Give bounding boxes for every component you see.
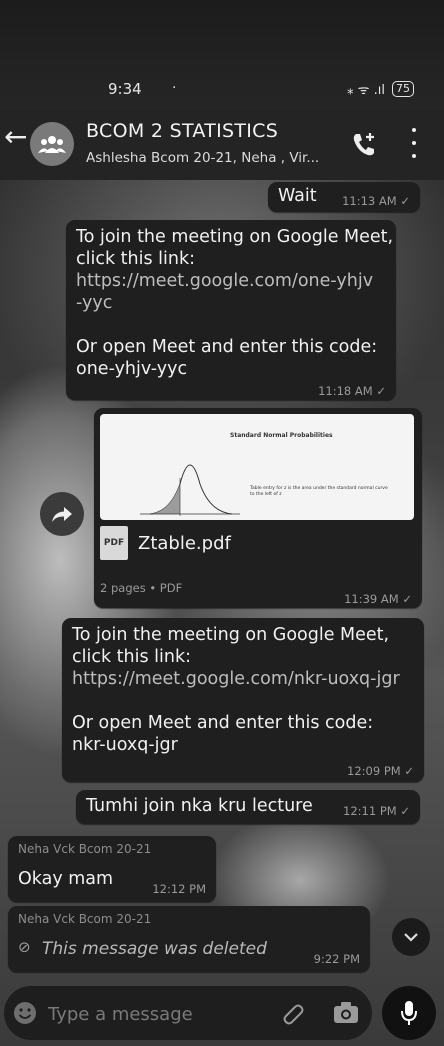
paperclip-icon[interactable] [280,1000,306,1026]
message-text: Okay mam [18,869,114,889]
add-call-button[interactable] [350,130,378,158]
pdf-file-name: Ztable.pdf [138,532,231,554]
notification-dot: · [172,80,177,96]
sender-name: Neha Vck Bcom 20-21 [18,842,152,856]
forward-button[interactable] [40,492,84,536]
emoji-icon[interactable] [12,1000,38,1026]
microphone-button[interactable] [382,986,436,1040]
message-bubble[interactable]: Wait 11:13 AM ✓ [268,182,420,212]
pdf-file-row[interactable]: PDF Ztable.pdf [100,526,231,560]
scroll-to-bottom-button[interactable] [392,918,430,956]
meet-link[interactable]: https://meet.google.com/one-yhjv -yyc [76,270,394,314]
message-text: Tumhi join nka kru lecture [86,796,313,816]
back-arrow-icon[interactable]: ← [4,120,27,153]
message-text: click this link: [76,249,196,269]
message-text: Or open Meet and enter this code: [76,337,378,357]
message-composer [4,986,372,1040]
chevron-down-icon [404,933,418,942]
deleted-icon: ⊘ [18,938,31,956]
forward-icon [52,507,72,522]
meet-link[interactable]: https://meet.google.com/nkr-uoxq-jgr [72,668,422,690]
message-time: 12:09 PM ✓ [347,764,414,778]
message-text: To join the meeting on Google Meet, [76,227,394,247]
message-bubble[interactable]: To join the meeting on Google Meet, clic… [66,220,396,400]
signal-icon: ⁎ ᯤ .ıl [347,83,385,98]
group-icon [38,136,66,153]
microphone-icon [401,1001,417,1025]
meet-code: nkr-uoxq-jgr [72,735,178,755]
normal-curve-graphic [140,464,240,516]
message-bubble[interactable]: Tumhi join nka kru lecture 12:11 PM ✓ [76,790,420,824]
message-time: 11:39 AM ✓ [344,592,412,606]
pdf-preview-text: Table entry for z is the area under the … [250,486,388,497]
status-icons: ⁎ ᯤ .ıl 75 [347,80,414,98]
message-time: 11:13 AM ✓ [342,194,410,208]
message-text: click this link: [72,647,192,667]
message-text: Or open Meet and enter this code: [72,713,374,733]
message-time: 12:11 PM ✓ [343,804,410,818]
chat-header: ← BCOM 2 STATISTICS Ashlesha Bcom 20-21,… [0,110,444,180]
battery-icon: 75 [392,81,414,97]
pdf-preview-heading: Standard Normal Probabilities [230,432,333,439]
meet-code: one-yhjv-yyc [76,359,188,379]
incoming-message-bubble[interactable]: Neha Vck Bcom 20-21 ⊘ This message was d… [8,906,370,972]
message-input[interactable] [46,1000,270,1028]
pdf-preview[interactable]: Standard Normal Probabilities Table entr… [100,414,414,520]
more-options-icon[interactable] [408,128,420,158]
status-bar: 9:34 · ⁎ ᯤ .ıl 75 [0,0,444,110]
chat-participants[interactable]: Ashlesha Bcom 20-21, Neha , Vir... [86,150,319,166]
add-call-icon [353,133,374,156]
sender-name: Neha Vck Bcom 20-21 [18,912,152,926]
message-time: 11:18 AM ✓ [318,384,386,398]
message-time: 9:22 PM [313,952,360,966]
document-message[interactable]: Standard Normal Probabilities Table entr… [94,408,422,608]
message-time: 12:12 PM [152,882,206,896]
incoming-message-bubble[interactable]: Neha Vck Bcom 20-21 Okay mam 12:12 PM [8,836,216,902]
message-text: This message was deleted [42,939,267,959]
camera-icon[interactable] [332,1000,360,1026]
status-time: 9:34 [108,80,142,98]
pdf-file-meta: 2 pages • PDF [100,581,183,595]
chat-title[interactable]: BCOM 2 STATISTICS [86,120,278,142]
group-avatar[interactable] [30,122,74,166]
message-bubble[interactable]: To join the meeting on Google Meet, clic… [62,618,424,782]
pdf-file-icon: PDF [100,526,128,560]
message-text: Wait [278,186,317,206]
message-text: To join the meeting on Google Meet, [72,625,390,645]
